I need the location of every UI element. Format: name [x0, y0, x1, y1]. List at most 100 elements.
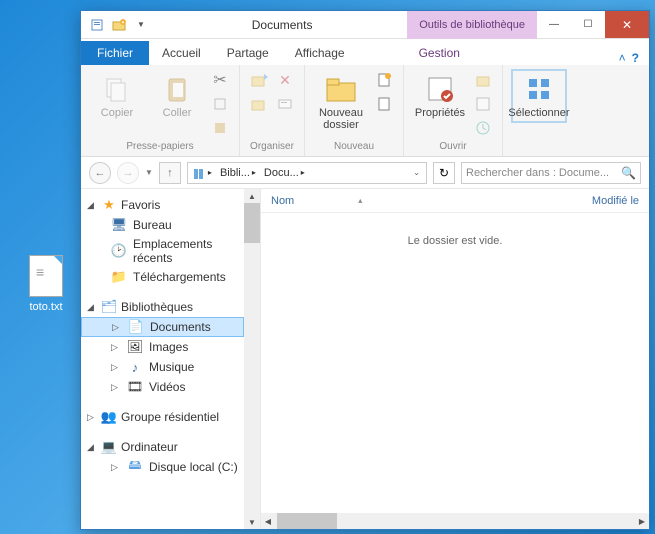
- ribbon-group-select: Sélectionner: [503, 65, 575, 156]
- nav-history-dropdown[interactable]: ▼: [145, 168, 153, 177]
- edit-button[interactable]: [472, 93, 494, 115]
- help-icon[interactable]: ?: [632, 51, 639, 65]
- navigation-pane: ◢ ★ Favoris 🖥Bureau 🕑Emplacements récent…: [81, 189, 261, 529]
- nav-back-button[interactable]: ←: [89, 162, 111, 184]
- libraries-icon: 🗂: [101, 299, 117, 315]
- refresh-button[interactable]: ↻: [433, 162, 455, 184]
- delete-button[interactable]: ✕: [274, 69, 296, 91]
- scroll-thumb[interactable]: [244, 203, 260, 243]
- history-button[interactable]: [472, 117, 494, 139]
- column-headers: Nom ▴ Modifié le: [261, 189, 649, 213]
- tree-item-recent[interactable]: 🕑Emplacements récents: [81, 235, 244, 267]
- column-header-modified[interactable]: Modifié le: [592, 195, 639, 207]
- scroll-down-icon[interactable]: ▼: [244, 515, 260, 529]
- desktop-icon: 🖥: [111, 217, 127, 233]
- desktop-file-label: toto.txt: [16, 301, 76, 313]
- address-dropdown-icon[interactable]: ⌄: [407, 168, 426, 177]
- tree-item-videos[interactable]: ▷🎞Vidéos: [81, 377, 244, 397]
- address-bar[interactable]: ▸ Bibli...▸ Docu...▸ ⌄: [187, 162, 427, 184]
- scroll-left-icon[interactable]: ◀: [261, 513, 275, 529]
- tree-item-desktop[interactable]: 🖥Bureau: [81, 215, 244, 235]
- paste-icon: [161, 73, 193, 105]
- paste-button[interactable]: Coller: [149, 69, 205, 123]
- breadcrumb-documents[interactable]: Docu...▸: [260, 163, 309, 183]
- context-tab-header: Outils de bibliothèque: [407, 11, 537, 39]
- window-title: Documents: [157, 18, 407, 32]
- tab-share[interactable]: Partage: [214, 40, 282, 65]
- chevron-right-icon: ▷: [111, 462, 121, 473]
- easy-access-button[interactable]: [373, 93, 395, 115]
- delete-icon: ✕: [279, 72, 291, 89]
- text-file-icon: [29, 255, 63, 297]
- file-list: Nom ▴ Modifié le Le dossier est vide. ◀ …: [261, 189, 649, 529]
- homegroup-icon: 👥: [101, 409, 117, 425]
- tree-item-images[interactable]: ▷🖼Images: [81, 337, 244, 357]
- tree-item-music[interactable]: ▷♪Musique: [81, 357, 244, 377]
- copy-to-button[interactable]: [248, 93, 270, 115]
- horizontal-scrollbar[interactable]: ◀ ▶: [261, 513, 649, 529]
- ribbon-collapse-icon[interactable]: ˄: [619, 51, 626, 65]
- svg-text:✦: ✦: [121, 20, 125, 26]
- tree-libraries[interactable]: ◢ 🗂 Bibliothèques: [81, 297, 244, 317]
- chevron-down-icon: ◢: [87, 200, 97, 211]
- cut-button[interactable]: ✂: [209, 69, 231, 91]
- content-area: ◢ ★ Favoris 🖥Bureau 🕑Emplacements récent…: [81, 189, 649, 529]
- chevron-right-icon: ▷: [87, 412, 97, 423]
- select-button[interactable]: Sélectionner: [511, 69, 567, 123]
- scroll-right-icon[interactable]: ▶: [635, 513, 649, 529]
- open-button[interactable]: [472, 69, 494, 91]
- documents-icon: 📄: [128, 319, 144, 335]
- window-controls: — ☐ ✕: [537, 11, 649, 38]
- computer-icon: 💻: [101, 439, 117, 455]
- recent-icon: 🕑: [111, 243, 127, 259]
- tree-item-local-disk[interactable]: ▷🖴Disque local (C:): [81, 457, 244, 477]
- paste-shortcut-button[interactable]: [209, 117, 231, 139]
- ribbon-tabs: Fichier Accueil Partage Affichage Gestio…: [81, 39, 649, 65]
- tab-home[interactable]: Accueil: [149, 40, 214, 65]
- desktop-file-toto[interactable]: toto.txt: [16, 255, 76, 313]
- new-folder-button[interactable]: Nouveau dossier: [313, 69, 369, 135]
- chevron-right-icon: ▷: [111, 362, 121, 373]
- quick-access-toolbar: ✦ ▼: [81, 15, 157, 35]
- breadcrumb-libraries-icon[interactable]: ▸: [188, 163, 216, 183]
- scroll-thumb-h[interactable]: [277, 513, 337, 529]
- copy-path-button[interactable]: [209, 93, 231, 115]
- search-icon: 🔍: [621, 166, 636, 180]
- ribbon: Copier Coller ✂ Presse-papiers: [81, 65, 649, 157]
- nav-forward-button[interactable]: →: [117, 162, 139, 184]
- tree-computer[interactable]: ◢ 💻 Ordinateur: [81, 437, 244, 457]
- tree-favorites[interactable]: ◢ ★ Favoris: [81, 195, 244, 215]
- tree-item-downloads[interactable]: 📁Téléchargements: [81, 267, 244, 287]
- qat-properties-icon[interactable]: [87, 15, 107, 35]
- pictures-icon: 🖼: [127, 339, 143, 355]
- copy-button[interactable]: Copier: [89, 69, 145, 123]
- column-header-name[interactable]: Nom ▴: [271, 195, 592, 207]
- qat-dropdown-icon[interactable]: ▼: [131, 15, 151, 35]
- tab-file[interactable]: Fichier: [81, 41, 149, 65]
- minimize-button[interactable]: —: [537, 11, 571, 38]
- tab-manage[interactable]: Gestion: [406, 40, 473, 65]
- maximize-button[interactable]: ☐: [571, 11, 605, 38]
- address-row: ← → ▼ ↑ ▸ Bibli...▸ Docu...▸ ⌄ ↻ Recherc…: [81, 157, 649, 189]
- search-input[interactable]: Rechercher dans : Docume... 🔍: [461, 162, 641, 184]
- tree-item-documents[interactable]: ▷📄Documents: [81, 317, 244, 337]
- ribbon-group-clipboard: Copier Coller ✂ Presse-papiers: [81, 65, 240, 156]
- search-placeholder: Rechercher dans : Docume...: [466, 167, 609, 179]
- star-icon: ★: [101, 197, 117, 213]
- sidebar-scrollbar[interactable]: ▲ ▼: [244, 189, 260, 529]
- scissors-icon: ✂: [213, 70, 226, 90]
- nav-up-button[interactable]: ↑: [159, 162, 181, 184]
- scroll-up-icon[interactable]: ▲: [244, 189, 260, 203]
- move-to-button[interactable]: [248, 69, 270, 91]
- breadcrumb-libraries[interactable]: Bibli...▸: [216, 163, 260, 183]
- close-button[interactable]: ✕: [605, 11, 649, 38]
- tree-homegroup[interactable]: ▷ 👥 Groupe résidentiel: [81, 407, 244, 427]
- folder-icon: [325, 73, 357, 105]
- ribbon-group-organize: ✕ Organiser: [240, 65, 305, 156]
- rename-button[interactable]: [274, 93, 296, 115]
- tab-view[interactable]: Affichage: [282, 40, 358, 65]
- new-item-button[interactable]: [373, 69, 395, 91]
- properties-button[interactable]: Propriétés: [412, 69, 468, 123]
- qat-new-folder-icon[interactable]: ✦: [109, 15, 129, 35]
- chevron-right-icon: ▷: [111, 342, 121, 353]
